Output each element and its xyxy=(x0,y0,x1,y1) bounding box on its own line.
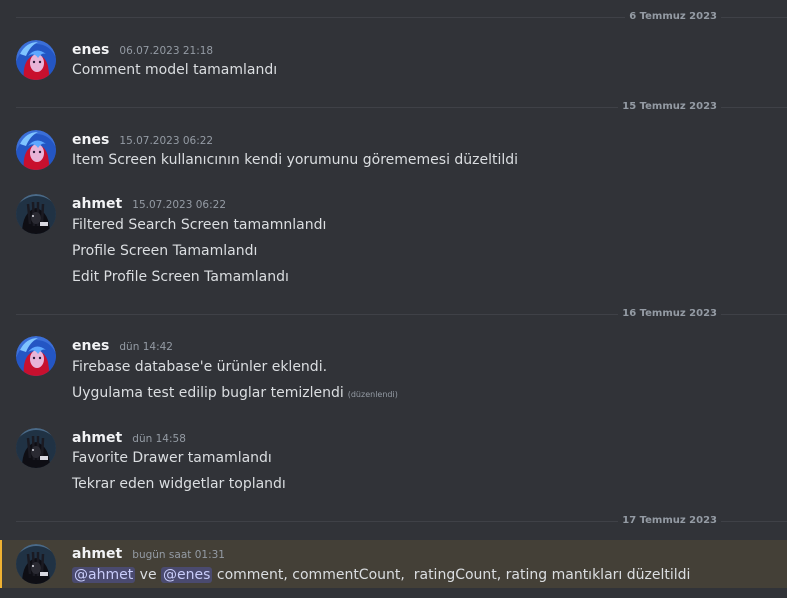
timestamp[interactable]: 15.07.2023 06:22 xyxy=(119,135,213,147)
date-divider-label: 15 Temmuz 2023 xyxy=(618,100,721,114)
message-text: Uygulama test edilip buglar temizlendi (d… xyxy=(72,383,398,405)
message-text: Tekrar eden widgetlar toplandı xyxy=(72,476,286,492)
timestamp[interactable]: dün 14:42 xyxy=(119,341,173,353)
message-text: Item Screen kullanıcının kendi yorumunu … xyxy=(72,152,519,168)
avatar-ahmet-icon[interactable] xyxy=(16,428,56,468)
avatar-enes-icon[interactable] xyxy=(16,336,56,376)
mention-highlight-bar xyxy=(0,540,2,588)
message-text: Edit Profile Screen Tamamlandı xyxy=(72,269,289,285)
avatar-ahmet-icon[interactable] xyxy=(16,544,56,584)
avatar-enes-icon[interactable] xyxy=(16,40,56,80)
message-text: Favorite Drawer tamamlandı xyxy=(72,450,272,466)
timestamp[interactable]: 15.07.2023 06:22 xyxy=(132,199,226,211)
message-text-content: Uygulama test edilip buglar temizlendi xyxy=(72,385,344,401)
timestamp[interactable]: 06.07.2023 21:18 xyxy=(119,45,213,57)
message-text: Comment model tamamlandı xyxy=(72,62,278,78)
message-header: enes dün 14:42 xyxy=(72,335,173,355)
username[interactable]: enes xyxy=(72,338,109,354)
message-text: Firebase database'e ürünler eklendi. xyxy=(72,359,328,375)
message-header: enes 06.07.2023 21:18 xyxy=(72,39,213,59)
username[interactable]: ahmet xyxy=(72,196,122,212)
message-header: ahmet dün 14:58 xyxy=(72,427,186,447)
avatar-enes-icon[interactable] xyxy=(16,130,56,170)
message-header: ahmet 15.07.2023 06:22 xyxy=(72,193,226,213)
message-text: @ahmet ve @enes comment, commentCount, r… xyxy=(72,565,690,585)
message-header: ahmet bugün saat 01:31 xyxy=(72,543,225,563)
date-divider: 17 Temmuz 2023 xyxy=(16,514,787,528)
timestamp[interactable]: dün 14:58 xyxy=(132,433,186,445)
date-divider: 16 Temmuz 2023 xyxy=(16,307,787,321)
message-text-content: comment, commentCount, ratingCount, rati… xyxy=(216,567,691,583)
date-divider-label: 16 Temmuz 2023 xyxy=(618,307,721,321)
date-divider-label: 6 Temmuz 2023 xyxy=(625,10,721,24)
username[interactable]: ahmet xyxy=(72,546,122,562)
edited-label: (düzenlendi) xyxy=(347,390,398,399)
username[interactable]: enes xyxy=(72,132,109,148)
username[interactable]: ahmet xyxy=(72,430,122,446)
message-text: Profile Screen Tamamlandı xyxy=(72,243,258,259)
message-header: enes 15.07.2023 06:22 xyxy=(72,129,213,149)
connector-text: ve xyxy=(139,567,157,583)
username[interactable]: enes xyxy=(72,42,109,58)
date-divider: 6 Temmuz 2023 xyxy=(16,10,787,24)
avatar-ahmet-icon[interactable] xyxy=(16,194,56,234)
date-divider: 15 Temmuz 2023 xyxy=(16,100,787,114)
message-text: Filtered Search Screen tamamnlandı xyxy=(72,217,327,233)
mention-chip[interactable]: @enes xyxy=(161,567,213,583)
mention-chip[interactable]: @ahmet xyxy=(72,567,136,583)
timestamp[interactable]: bugün saat 01:31 xyxy=(132,549,225,561)
date-divider-label: 17 Temmuz 2023 xyxy=(618,514,721,528)
